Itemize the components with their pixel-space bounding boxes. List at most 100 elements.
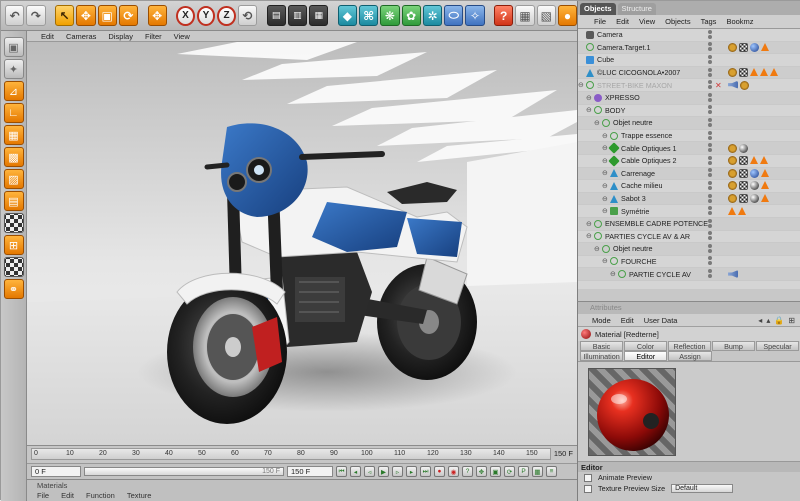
ora-tag-icon[interactable] — [770, 68, 778, 77]
z-axis-lock-icon[interactable]: Z — [217, 5, 236, 26]
ora-tag-icon[interactable] — [761, 194, 769, 203]
gear-tag-icon[interactable] — [728, 168, 737, 178]
pla-key-icon[interactable]: ▦ — [532, 466, 543, 477]
object-row[interactable]: ⊖ ENSEMBLE CADRE POTENCE — [578, 217, 800, 231]
autokey-icon[interactable]: ◉ — [448, 466, 459, 477]
rotate-icon[interactable]: ⟳ — [118, 5, 139, 26]
primitive-icon[interactable]: ⬭ — [444, 5, 464, 26]
expand-toggle-icon[interactable]: ⊖ — [594, 245, 600, 253]
expand-toggle-icon[interactable]: ⊖ — [602, 182, 608, 190]
timeline-options-icon[interactable]: ≡ — [546, 466, 557, 477]
parameter-key-icon[interactable]: P — [518, 466, 529, 477]
attr-menu-edit[interactable]: Edit — [621, 316, 634, 325]
nurbs-icon[interactable]: ⌘ — [359, 5, 379, 26]
object-row[interactable]: ⊖ XPRESSO — [578, 91, 800, 105]
cube-object-icon[interactable]: ◆ — [337, 5, 358, 26]
viewport-menu-display[interactable]: Display — [108, 32, 133, 41]
record-icon[interactable]: ● — [434, 466, 445, 477]
redo-icon[interactable]: ↷ — [26, 5, 46, 26]
expand-toggle-icon[interactable]: ⊖ — [610, 270, 616, 278]
animate-preview-checkbox[interactable] — [584, 473, 592, 482]
tab-objects[interactable]: Objects — [580, 3, 616, 15]
current-frame-field[interactable]: 0 F — [31, 466, 81, 477]
end-frame-field[interactable]: 150 F — [287, 466, 333, 477]
object-row[interactable]: ⊖ Trappe essence — [578, 130, 800, 143]
object-row[interactable]: ©LUC CICOGNOLA•2007 — [578, 66, 800, 80]
object-row[interactable]: ⊖ Objet neutre — [578, 243, 800, 256]
chk-tag-icon[interactable] — [739, 181, 748, 191]
texture-preview-size-checkbox[interactable] — [584, 484, 592, 493]
channel-assign[interactable]: Assign — [668, 351, 712, 361]
make-editable-icon[interactable]: ▣ — [3, 37, 24, 57]
channel-editor[interactable]: Editor — [624, 351, 668, 361]
expand-toggle-icon[interactable]: ⊖ — [586, 220, 592, 228]
object-axis-icon[interactable]: ∟ — [3, 103, 24, 123]
object-row[interactable]: ⊖ Symétrie — [578, 205, 800, 218]
channel-illumination[interactable]: Illumination — [580, 351, 624, 361]
visibility-dots-icon[interactable] — [706, 180, 718, 191]
keyframe-selection-icon[interactable]: ? — [462, 466, 473, 477]
position-key-icon[interactable]: ✥ — [476, 466, 487, 477]
expand-toggle-icon[interactable]: ⊖ — [586, 232, 592, 240]
object-row[interactable]: ⊖ Objet neutre — [578, 117, 800, 130]
expand-toggle-icon[interactable]: ⊖ — [602, 157, 608, 165]
play-icon[interactable]: ▶ — [378, 466, 389, 477]
object-row[interactable]: Cube — [578, 54, 800, 67]
ora-tag-icon[interactable] — [750, 68, 758, 77]
gear-tag-icon[interactable] — [728, 68, 737, 78]
ora-tag-icon[interactable] — [761, 168, 769, 177]
object-row[interactable]: ⊖ FOURCHE — [578, 256, 800, 269]
edges-mode-icon[interactable]: ▩ — [3, 147, 24, 167]
gear-tag-icon[interactable] — [740, 80, 749, 90]
object-list[interactable]: Camera Camera.Target.1 Cube ©LUC CICOGNOLA•… — [578, 29, 800, 289]
material-menu-file[interactable]: File — [37, 491, 49, 500]
disabled-x-icon[interactable]: ✕ — [715, 81, 722, 90]
visibility-dots-icon[interactable] — [706, 218, 718, 229]
uv-edit-icon[interactable] — [3, 257, 24, 277]
channel-reflection[interactable]: Reflection — [668, 341, 711, 351]
object-row[interactable]: Camera — [578, 29, 800, 42]
object-row[interactable]: Camera.Target.1 — [578, 41, 800, 55]
lock-icon[interactable]: 🔒 — [774, 316, 784, 325]
timeline-ruler[interactable]: 0 10 20 30 40 50 60 70 80 90 100 110 120… — [31, 448, 551, 460]
coordinate-system-icon[interactable]: ⟲ — [237, 5, 258, 26]
visibility-dots-icon[interactable] — [706, 130, 718, 141]
go-to-start-icon[interactable]: ⏮ — [336, 466, 347, 477]
visibility-dots-icon[interactable] — [706, 155, 718, 166]
chk-tag-icon[interactable] — [739, 68, 748, 78]
visibility-dots-icon[interactable] — [706, 243, 718, 254]
expand-toggle-icon[interactable]: ⊖ — [586, 94, 592, 102]
object-row[interactable]: ⊖ Cable Optiques 1 — [578, 142, 800, 155]
texture-axis-icon[interactable] — [3, 213, 24, 233]
layout-icon[interactable]: ▦ — [515, 5, 535, 26]
gear-tag-icon[interactable] — [728, 143, 737, 153]
viewport-menu-view[interactable]: View — [174, 32, 190, 41]
move-icon[interactable]: ✥ — [76, 5, 96, 26]
rotation-key-icon[interactable]: ⟳ — [504, 466, 515, 477]
blu-tag-icon[interactable] — [750, 42, 759, 52]
channel-basic[interactable]: Basic — [580, 341, 623, 351]
object-row[interactable]: ⊖ Carrenage — [578, 167, 800, 181]
objmenu-bookmarks[interactable]: Bookmz — [726, 17, 753, 26]
render-view-icon[interactable]: ▤ — [266, 5, 286, 26]
snapping-icon[interactable]: ⚭ — [3, 279, 24, 299]
chk-tag-icon[interactable] — [739, 194, 748, 204]
tab-structure[interactable]: Structure — [617, 3, 656, 15]
deformer-icon[interactable]: ✿ — [401, 5, 421, 26]
chk-tag-icon[interactable] — [739, 156, 748, 166]
ora-tag-icon[interactable] — [750, 156, 758, 165]
visibility-dots-icon[interactable] — [706, 92, 718, 103]
ball-tag-icon[interactable] — [750, 181, 759, 191]
expand-toggle-icon[interactable]: ⊖ — [594, 119, 600, 127]
undo-icon[interactable]: ↶ — [5, 5, 25, 26]
ora-tag-icon[interactable] — [760, 68, 768, 77]
gear-tag-icon[interactable] — [728, 42, 737, 52]
layout-alt-icon[interactable]: ▧ — [536, 5, 556, 26]
material-menu-function[interactable]: Function — [86, 491, 115, 500]
model-tool-icon[interactable]: ⊿ — [3, 81, 24, 101]
channel-specular[interactable]: Specular — [756, 341, 799, 351]
visibility-dots-icon[interactable] — [706, 168, 718, 178]
object-mode-icon[interactable]: ✦ — [3, 59, 24, 79]
viewport-menu-filter[interactable]: Filter — [145, 32, 162, 41]
texture-mode-icon[interactable]: ▤ — [3, 191, 24, 211]
